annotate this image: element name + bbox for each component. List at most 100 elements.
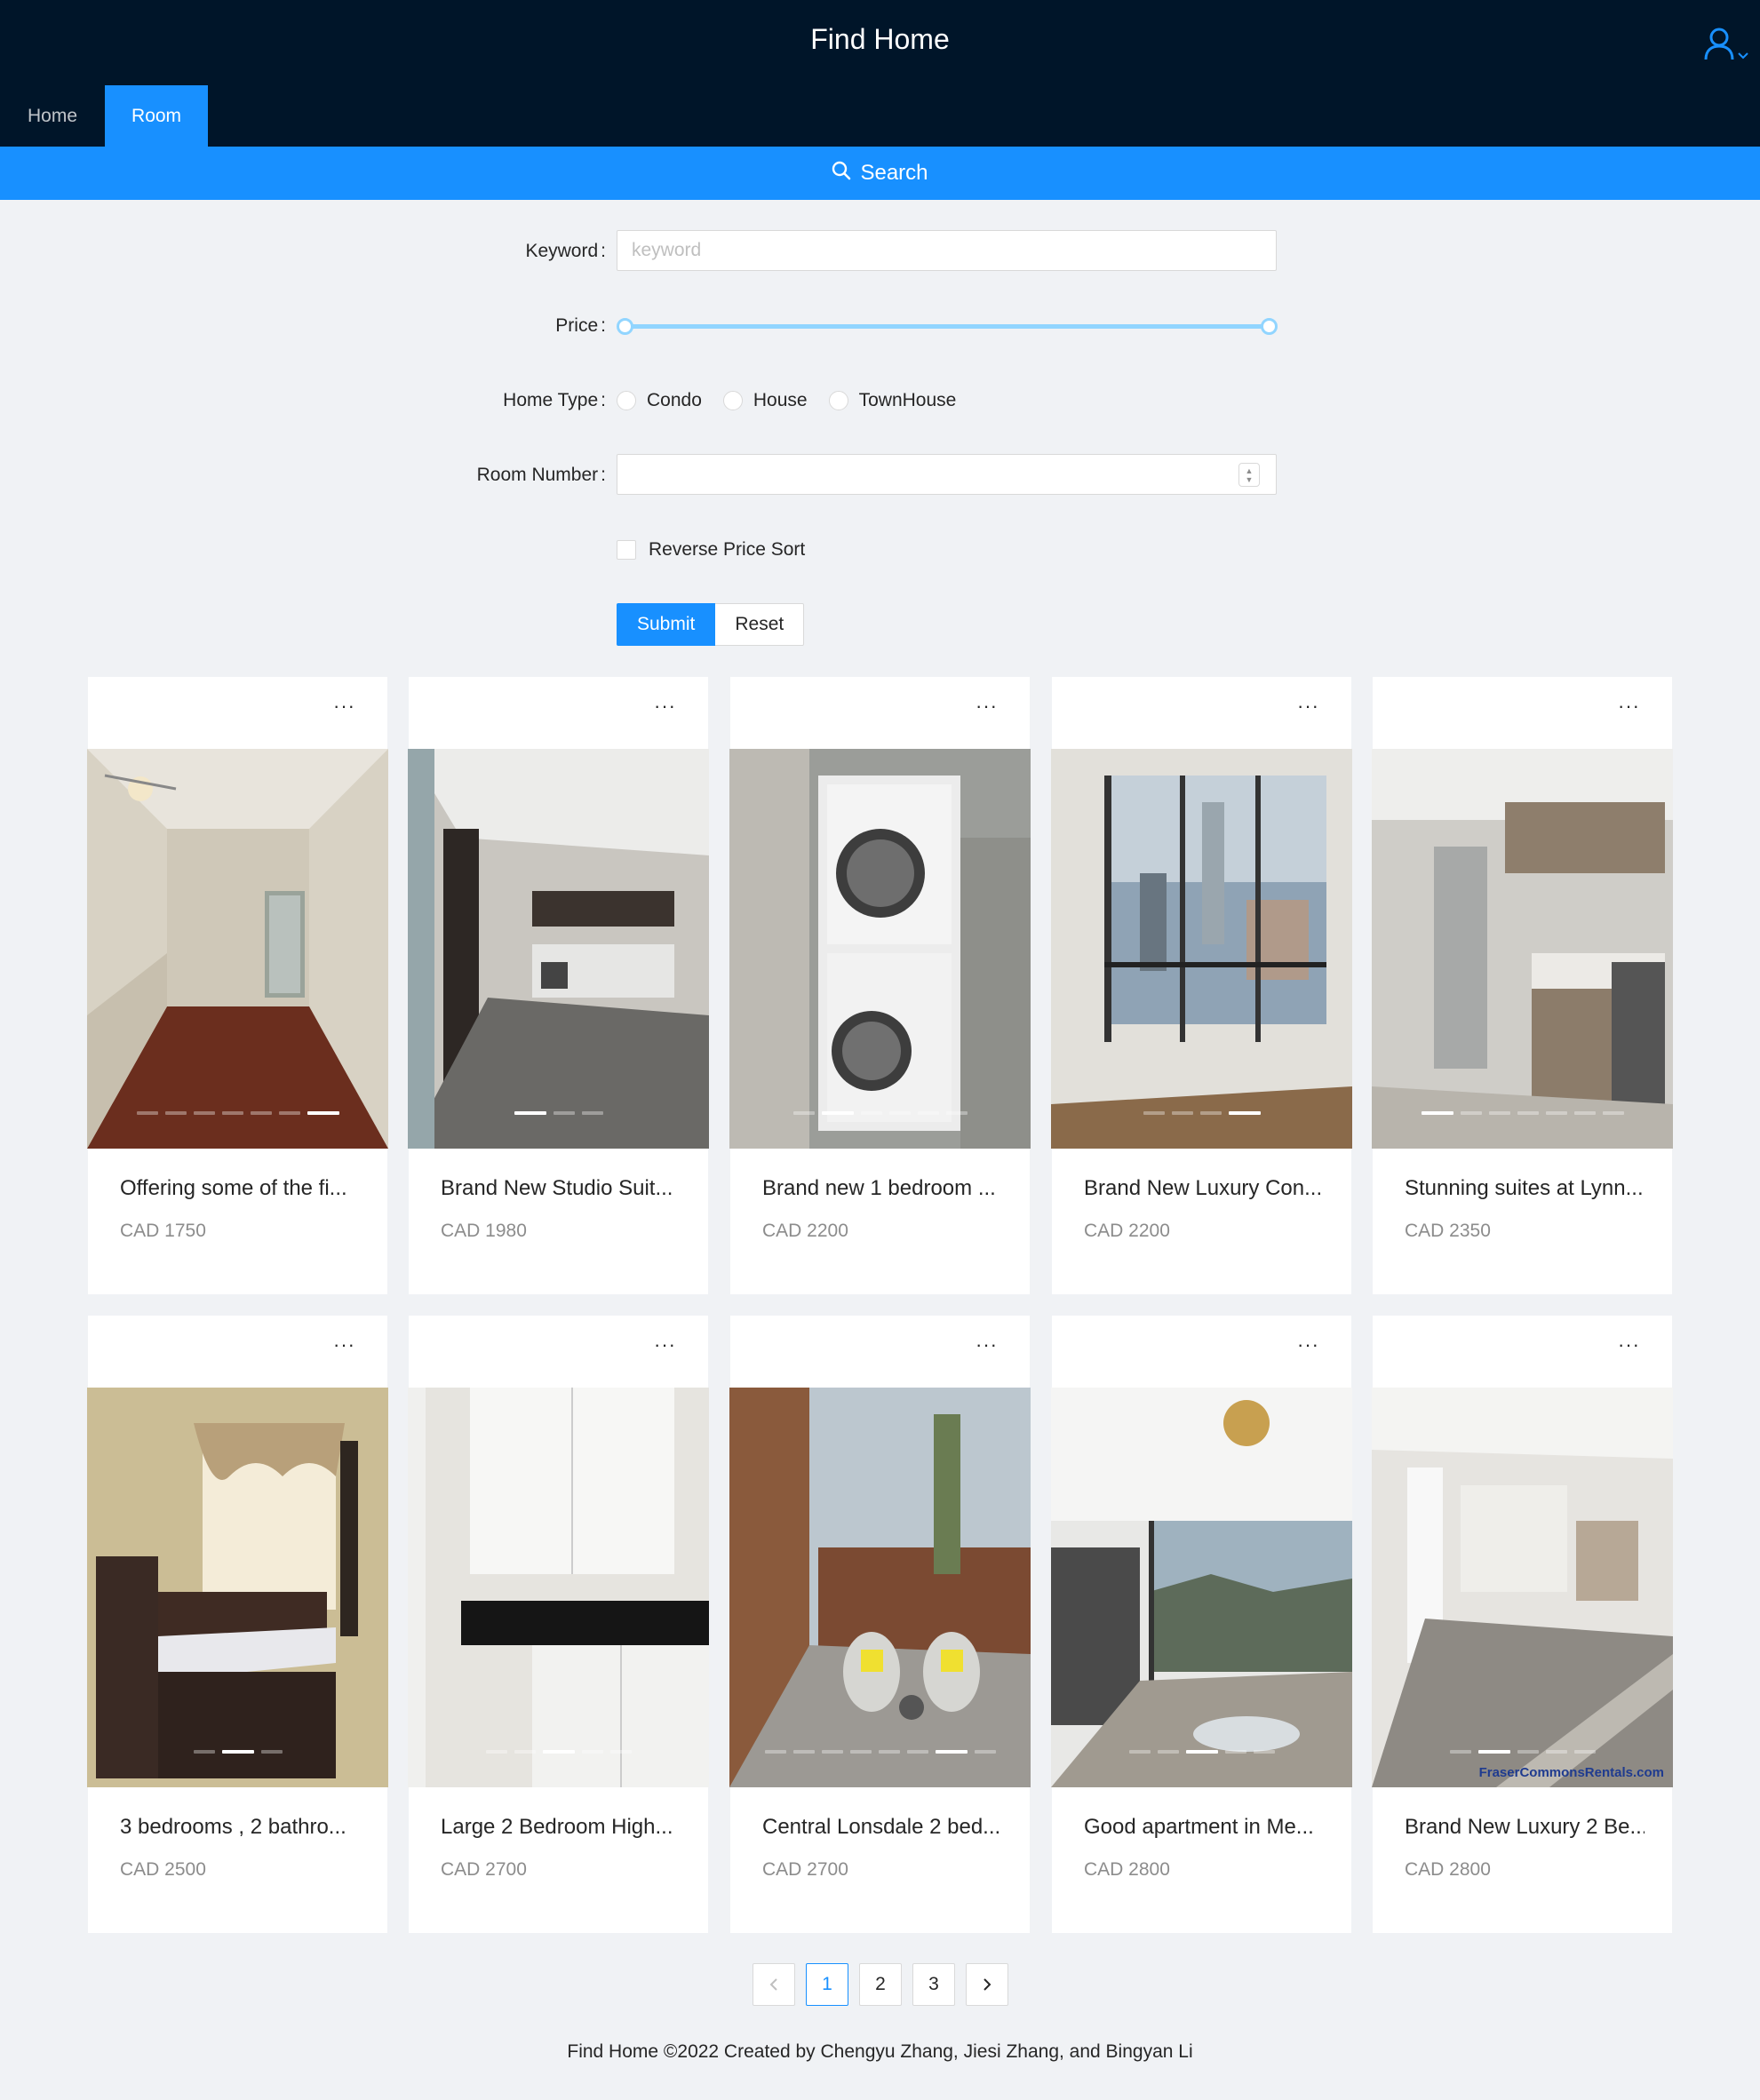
carousel-dot[interactable]: [278, 1111, 300, 1115]
page-1[interactable]: 1: [806, 1963, 848, 2006]
number-stepper[interactable]: ▲ ▼: [1238, 463, 1260, 487]
photo-carousel[interactable]: [1372, 749, 1673, 1149]
listing-title[interactable]: Brand New Studio Suit...: [441, 1176, 681, 1201]
carousel-dot[interactable]: [917, 1111, 939, 1115]
carousel-dot[interactable]: [164, 1111, 187, 1115]
carousel-dot[interactable]: [221, 1750, 254, 1754]
radio-circle[interactable]: [617, 391, 636, 410]
more-options-icon[interactable]: ···: [333, 695, 355, 718]
stepper-up-icon[interactable]: ▲: [1246, 466, 1254, 475]
carousel-dot[interactable]: [974, 1750, 996, 1754]
carousel-dot[interactable]: [514, 1111, 546, 1115]
carousel-dot[interactable]: [1573, 1750, 1596, 1754]
checkbox-box[interactable]: [617, 540, 636, 560]
slider-handle-max[interactable]: [1261, 318, 1278, 335]
user-icon[interactable]: [1703, 27, 1735, 65]
carousel-dot[interactable]: [1185, 1750, 1218, 1754]
listing-title[interactable]: Brand New Luxury 2 Be...: [1405, 1815, 1645, 1840]
radio-house[interactable]: House: [722, 390, 808, 411]
carousel-dot[interactable]: [581, 1750, 603, 1754]
carousel-dot[interactable]: [1477, 1750, 1510, 1754]
more-options-icon[interactable]: ···: [1618, 1333, 1640, 1356]
listing-card[interactable]: ··· 3 bedrooms , 2 bathro... CAD 2500: [87, 1316, 388, 1933]
listing-title[interactable]: Stunning suites at Lynn...: [1405, 1176, 1645, 1201]
carousel-dot[interactable]: [221, 1111, 243, 1115]
photo-carousel[interactable]: [729, 1388, 1031, 1787]
carousel-dot[interactable]: [193, 1750, 215, 1754]
radio-circle[interactable]: [828, 391, 848, 410]
carousel-dot[interactable]: [821, 1750, 843, 1754]
carousel-dot[interactable]: [1573, 1111, 1596, 1115]
more-options-icon[interactable]: ···: [1618, 695, 1640, 718]
carousel-dot[interactable]: [193, 1111, 215, 1115]
photo-carousel[interactable]: [87, 749, 388, 1149]
carousel-dot[interactable]: [860, 1111, 882, 1115]
listing-card[interactable]: ··· Offering some of the fi... CAD 1750: [87, 677, 388, 1294]
more-options-icon[interactable]: ···: [654, 695, 676, 718]
more-options-icon[interactable]: ···: [976, 695, 998, 718]
listing-card[interactable]: ··· Brand New Luxury Con... CAD 2200: [1051, 677, 1352, 1294]
photo-carousel[interactable]: [87, 1388, 388, 1787]
page-2[interactable]: 2: [859, 1963, 902, 2006]
carousel-dot[interactable]: [1128, 1750, 1151, 1754]
carousel-dot[interactable]: [307, 1111, 339, 1115]
photo-carousel[interactable]: FraserCommonsRentals.com: [1372, 1388, 1673, 1787]
carousel-dot[interactable]: [1228, 1111, 1261, 1115]
listing-title[interactable]: 3 bedrooms , 2 bathro...: [120, 1815, 360, 1840]
radio-circle[interactable]: [722, 391, 743, 410]
listing-card[interactable]: ··· Central Lonsdale 2 bed... CAD 2700: [729, 1316, 1031, 1933]
carousel-dot[interactable]: [1224, 1750, 1246, 1754]
carousel-dot[interactable]: [1199, 1111, 1222, 1115]
carousel-dot[interactable]: [1517, 1111, 1539, 1115]
carousel-dot[interactable]: [1602, 1111, 1624, 1115]
photo-carousel[interactable]: [1051, 749, 1352, 1149]
listing-title[interactable]: Good apartment in Me...: [1084, 1815, 1324, 1840]
carousel-dot[interactable]: [581, 1111, 603, 1115]
more-options-icon[interactable]: ···: [1297, 695, 1319, 718]
carousel-dot[interactable]: [485, 1750, 507, 1754]
keyword-input[interactable]: [617, 230, 1277, 271]
carousel-dot[interactable]: [935, 1750, 968, 1754]
room-number-input[interactable]: ▲ ▼: [617, 454, 1277, 495]
nav-tab-home[interactable]: Home: [0, 85, 105, 147]
carousel-dot[interactable]: [250, 1111, 272, 1115]
price-range-slider[interactable]: [617, 315, 1278, 337]
slider-handle-min[interactable]: [617, 318, 633, 335]
carousel-dot[interactable]: [1517, 1750, 1539, 1754]
listing-card[interactable]: ··· Stunning suites at Lynn... CAD 2350: [1372, 677, 1673, 1294]
reset-button[interactable]: Reset: [715, 603, 805, 646]
listing-card[interactable]: ··· Brand New Studio Suit... CAD 1980: [408, 677, 709, 1294]
carousel-dot[interactable]: [1171, 1111, 1193, 1115]
carousel-dot[interactable]: [1545, 1111, 1567, 1115]
slider-track[interactable]: [625, 324, 1270, 329]
chevron-down-icon[interactable]: [1737, 49, 1749, 65]
carousel-dot[interactable]: [764, 1750, 786, 1754]
listing-title[interactable]: Large 2 Bedroom High...: [441, 1815, 681, 1840]
carousel-dot[interactable]: [609, 1750, 632, 1754]
user-menu[interactable]: [1703, 27, 1749, 65]
radio-condo[interactable]: Condo: [617, 390, 702, 411]
carousel-dot[interactable]: [821, 1111, 854, 1115]
carousel-dot[interactable]: [1421, 1111, 1453, 1115]
carousel-dot[interactable]: [906, 1750, 928, 1754]
listing-card[interactable]: ··· FraserCommonsRentals.com Brand New Lux…: [1372, 1316, 1673, 1933]
carousel-dot[interactable]: [1545, 1750, 1567, 1754]
carousel-dot[interactable]: [553, 1111, 575, 1115]
carousel-dot[interactable]: [888, 1111, 911, 1115]
carousel-dot[interactable]: [260, 1750, 283, 1754]
listing-title[interactable]: Brand New Luxury Con...: [1084, 1176, 1324, 1201]
carousel-dot[interactable]: [945, 1111, 968, 1115]
stepper-down-icon[interactable]: ▼: [1246, 475, 1254, 484]
carousel-dot[interactable]: [792, 1750, 815, 1754]
radio-townhouse[interactable]: TownHouse: [828, 390, 956, 411]
carousel-dot[interactable]: [514, 1750, 536, 1754]
carousel-dot[interactable]: [849, 1750, 872, 1754]
carousel-dot[interactable]: [1460, 1111, 1482, 1115]
carousel-dot[interactable]: [1253, 1750, 1275, 1754]
photo-carousel[interactable]: [408, 749, 709, 1149]
listing-card[interactable]: ··· Brand new 1 bedroom ... CAD 2200: [729, 677, 1031, 1294]
carousel-dot[interactable]: [1143, 1111, 1165, 1115]
more-options-icon[interactable]: ···: [1297, 1333, 1319, 1356]
more-options-icon[interactable]: ···: [976, 1333, 998, 1356]
listing-title[interactable]: Offering some of the fi...: [120, 1176, 360, 1201]
